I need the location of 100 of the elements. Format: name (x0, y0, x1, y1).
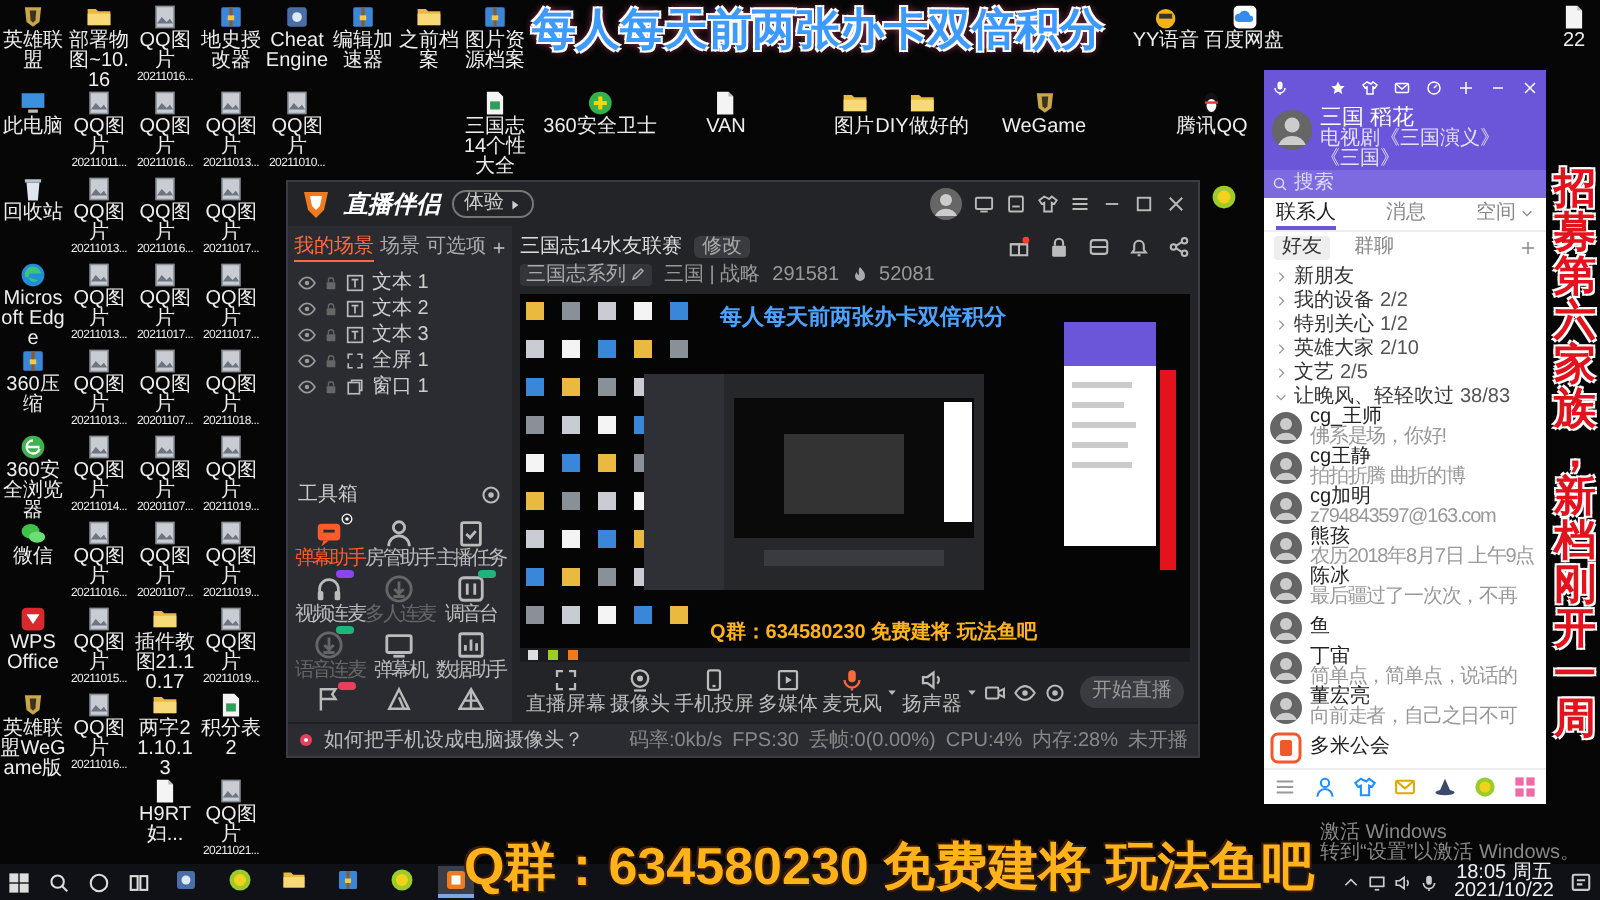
search-input[interactable]: 搜索 (1294, 172, 1474, 196)
filter-tab[interactable]: 群聊 (1346, 236, 1402, 260)
contact-name[interactable]: 多米公会 (1310, 738, 1390, 758)
photo-thumbnail[interactable] (218, 606, 244, 632)
photo-thumbnail[interactable] (218, 434, 244, 460)
source-button[interactable]: 麦克风 (822, 668, 882, 716)
help-link[interactable]: 如何把手机设成电脑摄像头？ (324, 725, 584, 755)
archive-icon[interactable] (482, 4, 508, 30)
photo-thumbnail[interactable] (86, 262, 112, 288)
gauge-icon[interactable] (1426, 80, 1442, 96)
computer-icon[interactable] (20, 90, 46, 116)
group-name[interactable]: 英雄大家 (1294, 337, 1374, 359)
icon-label[interactable]: 积分表2 (198, 720, 264, 760)
icon-label[interactable]: 360安全卫士 (543, 118, 657, 138)
clipboard-icon[interactable] (455, 518, 486, 548)
icon-label[interactable]: 之前档案 (396, 32, 462, 72)
group-name[interactable]: 文艺 (1294, 361, 1334, 383)
browser-icon[interactable] (20, 262, 46, 288)
archive-icon[interactable] (20, 348, 46, 374)
eye-icon[interactable] (298, 300, 316, 318)
photo-thumbnail[interactable] (218, 520, 244, 546)
headset-icon[interactable] (314, 574, 345, 604)
eye-icon[interactable] (298, 352, 316, 370)
photo-thumbnail[interactable] (218, 90, 244, 116)
photo-thumbnail[interactable] (152, 176, 178, 202)
avatar-icon[interactable] (1270, 612, 1302, 644)
download-icon[interactable] (384, 574, 415, 604)
scene-tab[interactable]: 可选项 (426, 235, 486, 261)
folder-icon[interactable] (152, 606, 178, 632)
caret-icon[interactable] (886, 686, 898, 698)
filter-tab[interactable]: 好友 (1274, 236, 1330, 260)
tool-label[interactable]: 弹幕助手 (294, 548, 365, 570)
browser-icon[interactable] (20, 434, 46, 460)
document-icon[interactable] (713, 90, 739, 116)
shirt-icon[interactable] (1038, 194, 1058, 214)
storage-icon[interactable] (1006, 194, 1026, 214)
contact-name[interactable]: cg加明 (1310, 488, 1496, 508)
contacts-tab[interactable]: 空间 (1476, 198, 1534, 230)
search-icon[interactable] (48, 871, 70, 893)
icon-label[interactable]: Cheat Engine (264, 32, 330, 72)
icon-label[interactable]: 两字21.10.13 (132, 720, 198, 780)
icon-label[interactable]: 地史授改器 (198, 32, 264, 72)
box-icon[interactable] (1088, 235, 1110, 257)
sliders-icon[interactable] (455, 574, 486, 604)
photo-thumbnail[interactable] (86, 434, 112, 460)
avatar-icon[interactable] (1270, 412, 1302, 444)
hat-icon[interactable] (1434, 776, 1457, 798)
grid-icon[interactable] (1514, 776, 1537, 798)
avatar-icon[interactable] (1270, 652, 1302, 684)
avatar-icon[interactable] (1270, 452, 1302, 484)
icon-label[interactable]: 腾讯QQ (1176, 118, 1248, 138)
settings-icon[interactable] (1044, 681, 1066, 703)
icon-label[interactable]: 插件教图21.10.17 (132, 634, 198, 694)
ball-icon[interactable] (1211, 184, 1237, 210)
avatar-icon[interactable] (1270, 492, 1302, 524)
icon-label[interactable]: YY语音 (1132, 32, 1200, 52)
icon-label[interactable]: WPS Office (0, 634, 66, 674)
recycle-bin-icon[interactable] (20, 176, 46, 202)
folder-icon[interactable] (416, 4, 442, 30)
spreadsheet-icon[interactable] (482, 90, 508, 116)
shield-icon[interactable] (587, 90, 613, 116)
menu-icon[interactable] (1070, 194, 1090, 214)
avatar-icon[interactable] (1270, 692, 1302, 724)
source-name[interactable]: 文本 1 (372, 272, 429, 294)
app-icon[interactable] (20, 606, 46, 632)
task-view-icon[interactable] (128, 871, 150, 893)
download-icon[interactable] (314, 630, 345, 660)
photo-thumbnail[interactable] (218, 348, 244, 374)
microphone-icon[interactable] (1272, 80, 1288, 96)
icon-label[interactable]: 图片 (834, 118, 874, 138)
photo-thumbnail[interactable] (152, 262, 178, 288)
version-button[interactable]: 体验 (452, 190, 534, 218)
photo-thumbnail[interactable] (152, 348, 178, 374)
eye-icon[interactable] (1014, 681, 1036, 703)
icon-label[interactable]: 22 (1562, 32, 1586, 52)
chart-icon[interactable] (455, 630, 486, 660)
folder-icon[interactable] (841, 90, 867, 116)
contact-name[interactable]: cg王静 (1310, 448, 1465, 468)
app-icon[interactable] (284, 4, 310, 30)
tent-icon[interactable] (457, 686, 484, 712)
icon-label[interactable]: VAN (706, 118, 746, 138)
notification-icon[interactable] (1570, 871, 1592, 893)
maximize-icon[interactable] (1134, 194, 1154, 214)
tool-label[interactable]: 房管助手 (365, 548, 435, 570)
scene-tab[interactable]: 我的场景 (294, 235, 374, 261)
contact-name[interactable]: 董宏亮 (1310, 688, 1517, 708)
photo-thumbnail[interactable] (86, 176, 112, 202)
penguin-icon[interactable] (1199, 90, 1225, 116)
source-button[interactable]: 摄像头 (610, 668, 670, 716)
person-icon[interactable] (1313, 776, 1336, 798)
network-icon[interactable] (1367, 873, 1386, 891)
source-name[interactable]: 窗口 1 (372, 376, 429, 398)
bell-icon[interactable] (1128, 235, 1150, 257)
category-button[interactable]: 三国志系列 (520, 263, 652, 285)
video-camera-icon[interactable] (984, 681, 1006, 703)
icon-label[interactable]: Microsoft Edge (0, 290, 66, 350)
chat-icon[interactable] (314, 518, 345, 548)
archive-icon[interactable] (350, 4, 376, 30)
tool-label[interactable]: 数据助手 (435, 660, 506, 682)
contacts-tab[interactable]: 联系人 (1276, 198, 1336, 230)
